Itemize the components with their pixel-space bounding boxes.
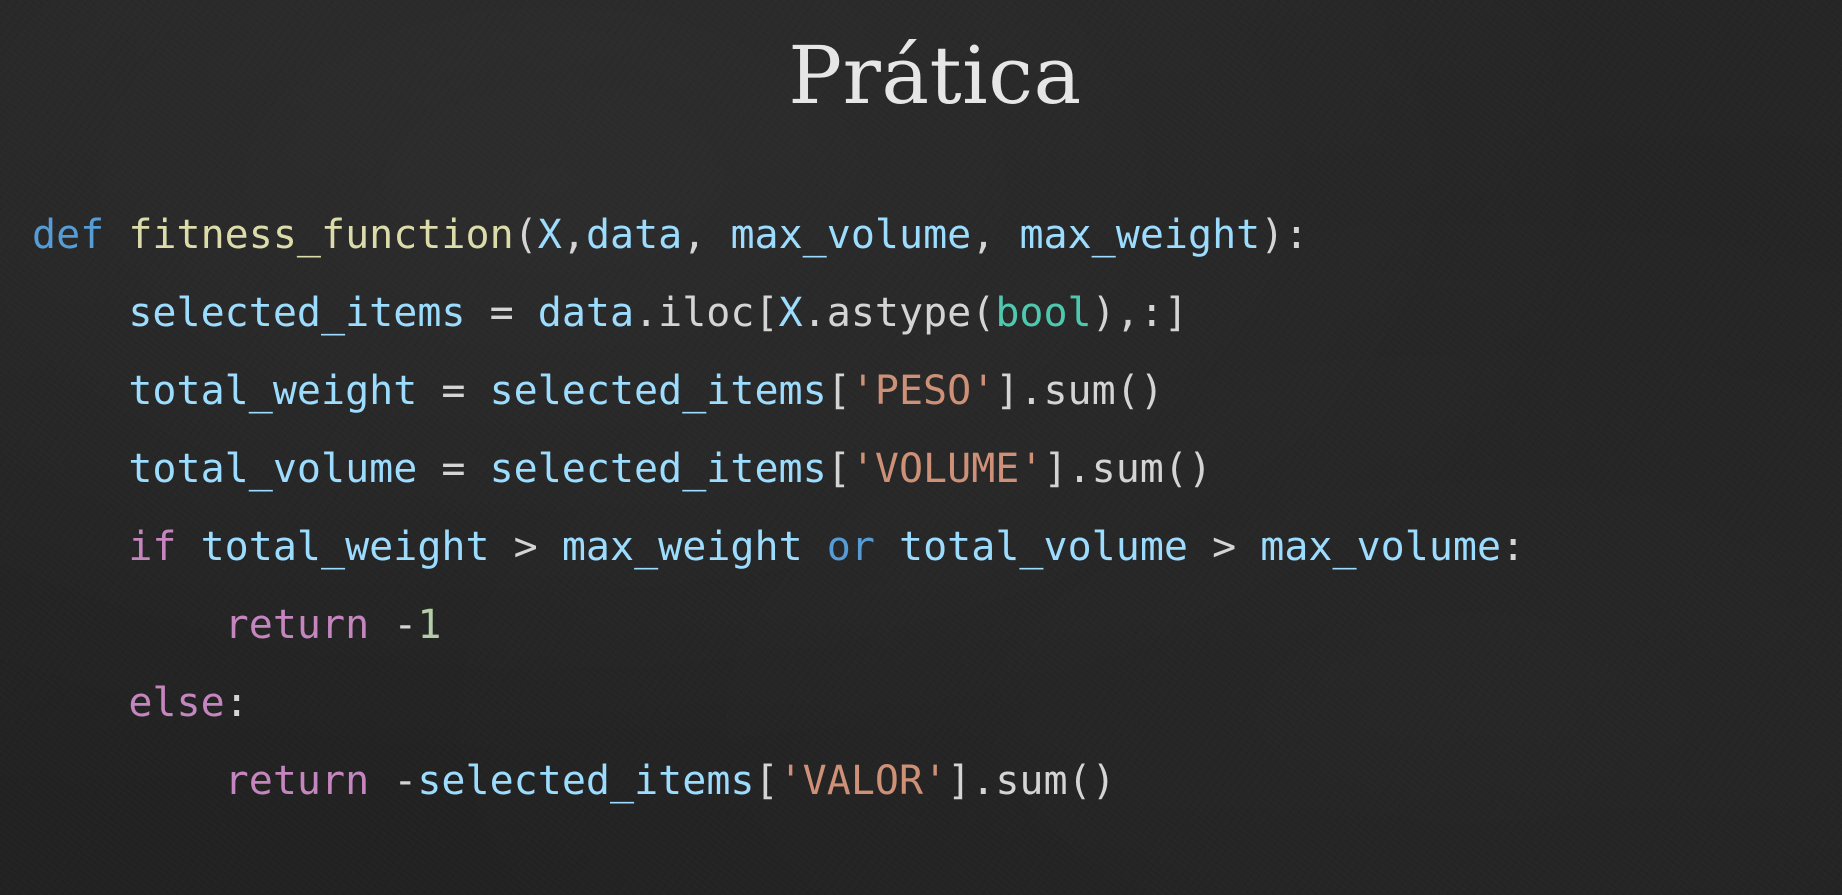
code-token-default: = xyxy=(465,290,538,336)
code-token-variable: max_volume xyxy=(730,212,972,258)
code-token-variable: max_weight xyxy=(561,524,803,570)
slide-title: Prática xyxy=(788,29,1082,122)
code-token-default: - xyxy=(369,602,418,648)
code-token-keyword-control: return xyxy=(224,758,370,804)
code-token-default: ].sum() xyxy=(947,758,1116,804)
code-token-variable: data xyxy=(585,212,683,258)
code-token-variable: selected_items xyxy=(417,758,755,804)
code-token-default xyxy=(104,212,128,258)
code-token-default: , xyxy=(682,212,731,258)
code-token-keyword-control: if xyxy=(128,524,177,570)
code-token-default: , xyxy=(561,212,586,258)
code-token-default xyxy=(875,524,899,570)
code-token-keyword-blue: or xyxy=(826,524,875,570)
code-token-default: ].sum() xyxy=(995,368,1164,414)
code-token-default: .astype( xyxy=(802,290,996,336)
code-token-variable: max_volume xyxy=(1260,524,1502,570)
code-line: def fitness_function(X,data, max_volume,… xyxy=(32,196,1525,274)
code-token-function-name: fitness_function xyxy=(128,212,514,258)
code-line: return -1 xyxy=(32,586,1525,664)
code-token-default: : xyxy=(1501,524,1526,570)
code-token-default: > xyxy=(1188,524,1261,570)
code-token-variable: data xyxy=(537,290,635,336)
code-token-number: 1 xyxy=(417,602,442,648)
code-line: else: xyxy=(32,664,1525,742)
code-token-keyword-blue: def xyxy=(32,212,105,258)
code-line: total_volume = selected_items['VOLUME'].… xyxy=(32,430,1525,508)
code-token-default: [ xyxy=(754,758,779,804)
code-token-variable: X xyxy=(778,290,803,336)
code-token-string: 'PESO' xyxy=(850,368,996,414)
code-token-default: [ xyxy=(826,368,851,414)
code-token-default: [ xyxy=(826,446,851,492)
code-line: return -selected_items['VALOR'].sum() xyxy=(32,742,1525,820)
code-token-default: ].sum() xyxy=(1043,446,1213,492)
code-token-variable: max_weight xyxy=(1019,212,1261,258)
code-token-keyword-control: return xyxy=(224,602,370,648)
code-token-variable: X xyxy=(537,212,562,258)
code-token-default: - xyxy=(369,758,418,804)
code-token-default: ): xyxy=(1260,212,1309,258)
code-token-default: = xyxy=(417,446,490,492)
code-token-variable: selected_items xyxy=(489,446,827,492)
code-token-default: ),:] xyxy=(1091,290,1188,336)
code-token-variable: total_volume xyxy=(899,524,1188,570)
code-token-default xyxy=(803,524,827,570)
code-token-string: 'VOLUME' xyxy=(850,446,1044,492)
code-token-variable: selected_items xyxy=(128,290,466,336)
code-token-builtin-type: bool xyxy=(995,290,1092,336)
code-token-default: ( xyxy=(513,212,538,258)
code-token-string: 'VALOR' xyxy=(778,758,948,804)
code-token-default: , xyxy=(971,212,1020,258)
code-token-keyword-control: else xyxy=(128,680,225,726)
slide: Prática def fitness_function(X,data, max… xyxy=(0,0,1842,895)
code-block: def fitness_function(X,data, max_volume,… xyxy=(32,196,1525,820)
code-token-default xyxy=(177,524,201,570)
code-token-variable: total_weight xyxy=(128,368,418,414)
code-line: total_weight = selected_items['PESO'].su… xyxy=(32,352,1525,430)
code-token-variable: total_weight xyxy=(200,524,490,570)
code-line: selected_items = data.iloc[X.astype(bool… xyxy=(32,274,1525,352)
code-token-default: = xyxy=(417,368,490,414)
code-token-default: : xyxy=(224,680,249,726)
code-token-variable: total_volume xyxy=(128,446,418,492)
code-token-variable: selected_items xyxy=(489,368,827,414)
code-token-default: .iloc[ xyxy=(634,290,779,336)
code-line: if total_weight > max_weight or total_vo… xyxy=(32,508,1525,586)
code-token-default: > xyxy=(489,524,562,570)
